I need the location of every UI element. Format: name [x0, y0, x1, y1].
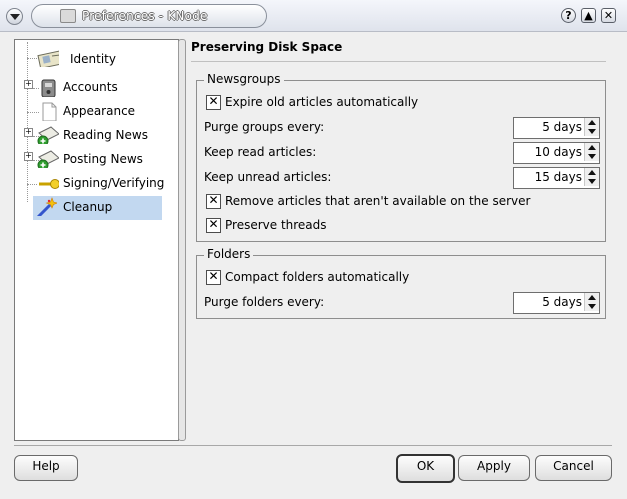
chevron-down-icon [10, 14, 20, 20]
spin-up-icon[interactable] [588, 145, 596, 150]
spin-up-icon[interactable] [588, 120, 596, 125]
tree-item-identity[interactable]: Identity [15, 46, 178, 70]
compact-folders-label[interactable]: Compact folders automatically [225, 270, 409, 284]
preserve-threads-label[interactable]: Preserve threads [225, 218, 327, 232]
spin-arrows[interactable] [584, 293, 599, 311]
cancel-button[interactable]: Cancel [535, 455, 612, 481]
spin-down-icon[interactable] [588, 304, 596, 309]
spin-up-icon[interactable] [588, 170, 596, 175]
magic-wand-icon [36, 197, 57, 216]
key-icon [39, 179, 59, 189]
spin-down-icon[interactable] [588, 154, 596, 159]
tree-item-label: Reading News [63, 128, 148, 142]
window-menu-button[interactable] [6, 8, 23, 25]
spin-arrows[interactable] [584, 143, 599, 161]
tree-item-posting-news[interactable]: + Posting News [15, 148, 178, 172]
accounts-icon [41, 79, 56, 97]
tree-scrollbar[interactable] [178, 39, 186, 441]
appearance-document-icon [42, 102, 57, 121]
apply-button[interactable]: Apply [458, 455, 530, 481]
keep-read-label: Keep read articles: [204, 145, 317, 159]
spin-arrows[interactable] [584, 168, 599, 186]
spin-arrows[interactable] [584, 118, 599, 136]
window-title: Preferences - KNode [82, 9, 208, 23]
tree-item-reading-news[interactable]: + Reading News [15, 124, 178, 148]
preserve-threads-checkbox[interactable]: ✕ [206, 218, 221, 233]
keep-unread-value[interactable]: 15 days [535, 170, 582, 184]
keep-read-value[interactable]: 10 days [535, 145, 582, 159]
expand-icon[interactable]: + [24, 128, 33, 137]
purge-folders-spinbox[interactable]: 5 days [513, 292, 600, 314]
spin-up-icon[interactable] [588, 295, 596, 300]
folders-group: Folders ✕ Compact folders automatically … [196, 247, 606, 319]
tree-item-label: Cleanup [63, 200, 113, 214]
tree-item-appearance[interactable]: Appearance [15, 100, 178, 124]
expire-articles-checkbox[interactable]: ✕ [206, 95, 221, 110]
tree-item-cleanup[interactable]: Cleanup [33, 196, 162, 220]
folders-group-title: Folders [204, 247, 254, 261]
expire-articles-label[interactable]: Expire old articles automatically [225, 95, 418, 109]
app-icon [60, 9, 76, 23]
spin-down-icon[interactable] [588, 129, 596, 134]
title-pill: Preferences - KNode [31, 4, 267, 28]
purge-folders-label: Purge folders every: [204, 295, 325, 309]
ok-button[interactable]: OK [396, 454, 455, 483]
tree-item-label: Identity [70, 52, 116, 66]
tree-item-label: Posting News [63, 152, 143, 166]
reading-news-icon [37, 126, 59, 144]
tree-item-label: Appearance [63, 104, 136, 118]
expand-icon[interactable]: + [24, 152, 33, 161]
spin-down-icon[interactable] [588, 179, 596, 184]
tree-item-label: Accounts [63, 80, 118, 94]
keep-unread-spinbox[interactable]: 15 days [513, 167, 600, 189]
close-title-button[interactable]: ✕ [601, 8, 616, 23]
help-button[interactable]: Help [14, 455, 78, 481]
remove-articles-checkbox[interactable]: ✕ [206, 194, 221, 209]
purge-groups-value[interactable]: 5 days [542, 120, 582, 134]
purge-groups-spinbox[interactable]: 5 days [513, 117, 600, 139]
tree-item-label: Signing/Verifying [63, 176, 165, 190]
keep-read-spinbox[interactable]: 10 days [513, 142, 600, 164]
newsgroups-group: Newsgroups ✕ Expire old articles automat… [196, 72, 606, 242]
identity-card-icon [37, 50, 59, 67]
posting-news-icon [37, 150, 59, 168]
tree-branch-line [27, 58, 37, 59]
newsgroups-group-title: Newsgroups [204, 72, 284, 86]
tree-branch-line [27, 184, 37, 185]
purge-groups-label: Purge groups every: [204, 120, 325, 134]
tree-item-signing-verifying[interactable]: Signing/Verifying [15, 172, 178, 196]
remove-articles-label[interactable]: Remove articles that aren't available on… [225, 194, 530, 208]
tree-branch-line [27, 112, 39, 113]
tree-item-accounts[interactable]: + Accounts [15, 76, 178, 100]
settings-tree[interactable]: Identity + Accounts Appearance + Reading… [14, 39, 179, 441]
page-title: Preserving Disk Space [191, 40, 343, 54]
expand-icon[interactable]: + [24, 80, 33, 89]
compact-folders-checkbox[interactable]: ✕ [206, 270, 221, 285]
title-divider [191, 61, 606, 62]
purge-folders-value[interactable]: 5 days [542, 295, 582, 309]
keep-unread-label: Keep unread articles: [204, 170, 332, 184]
help-title-button[interactable]: ? [561, 8, 576, 23]
bottom-divider [14, 445, 612, 446]
shade-title-button[interactable]: ▲ [581, 8, 596, 23]
